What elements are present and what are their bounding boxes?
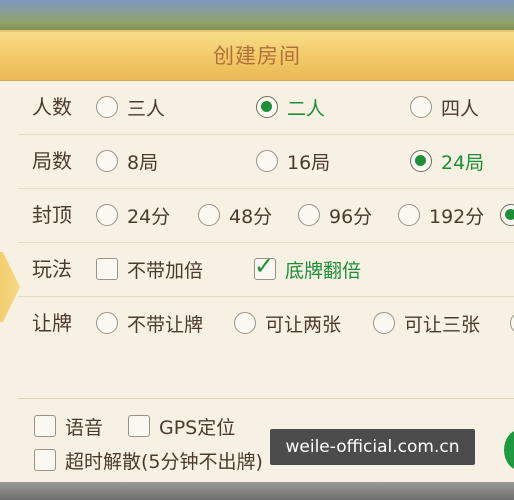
cap-option-unlimited-partial[interactable] xyxy=(500,188,514,242)
play-option-no-double-label: 不带加倍 xyxy=(127,259,204,282)
rounds-option-8-label: 8局 xyxy=(127,151,159,174)
side-tab-arrow-icon[interactable] xyxy=(0,252,20,322)
game-background-top xyxy=(0,0,514,32)
radio-button-icon[interactable] xyxy=(410,96,432,118)
cap-option-192-label: 192分 xyxy=(429,205,485,228)
concede-option-none[interactable]: 不带让牌 xyxy=(96,296,203,350)
game-background-bottom xyxy=(0,482,514,500)
rounds-option-16[interactable]: 16局 xyxy=(256,134,330,188)
radio-button-icon[interactable] xyxy=(234,312,256,334)
cap-option-96[interactable]: 96分 xyxy=(298,188,372,242)
concede-option-three-label: 可让三张 xyxy=(404,313,481,336)
radio-button-icon[interactable] xyxy=(373,312,395,334)
checkmark-icon: ✓ xyxy=(254,252,275,280)
create-room-button-partial[interactable] xyxy=(504,430,514,470)
gps-option[interactable]: GPS定位 xyxy=(128,411,235,441)
concede-label: 让牌 xyxy=(32,311,72,335)
radio-button-icon[interactable] xyxy=(398,204,420,226)
radio-button-icon[interactable] xyxy=(96,96,118,118)
cap-option-24[interactable]: 24分 xyxy=(96,188,170,242)
radio-button-selected-icon[interactable] xyxy=(410,150,432,172)
radio-button-icon[interactable] xyxy=(96,312,118,334)
concede-option-none-label: 不带让牌 xyxy=(127,313,204,336)
rounds-option-8[interactable]: 8局 xyxy=(96,134,158,188)
watermark: weile-official.com.cn xyxy=(270,429,475,465)
rounds-option-16-label: 16局 xyxy=(287,151,331,174)
rounds-option-24-label: 24局 xyxy=(441,151,485,174)
play-option-no-double[interactable]: 不带加倍 xyxy=(96,242,203,296)
voice-option-label: 语音 xyxy=(65,416,104,439)
radio-button-icon[interactable] xyxy=(198,204,220,226)
players-option-three[interactable]: 三人 xyxy=(96,80,165,134)
dialog-title: 创建房间 xyxy=(213,44,301,68)
players-option-two[interactable]: 二人 xyxy=(256,80,325,134)
players-label: 人数 xyxy=(32,95,72,119)
radio-button-selected-icon[interactable] xyxy=(500,204,514,226)
players-option-three-label: 三人 xyxy=(127,97,166,120)
checkbox-icon[interactable] xyxy=(34,415,56,437)
play-option-bottom-double[interactable]: ✓ 底牌翻倍 xyxy=(254,242,361,296)
gps-option-label: GPS定位 xyxy=(159,416,236,439)
row-play-style: 玩法 不带加倍 ✓ 底牌翻倍 xyxy=(18,242,514,297)
rounds-option-24[interactable]: 24局 xyxy=(410,134,484,188)
timeout-dissolve-option-label: 超时解散(5分钟不出牌) xyxy=(65,450,263,473)
timeout-dissolve-option[interactable]: 超时解散(5分钟不出牌) xyxy=(34,445,263,475)
radio-button-icon[interactable] xyxy=(298,204,320,226)
row-rounds: 局数 8局 16局 24局 xyxy=(18,134,514,189)
cap-option-48[interactable]: 48分 xyxy=(198,188,272,242)
checkbox-icon[interactable] xyxy=(96,258,118,280)
create-room-dialog: 创建房间 人数 三人 二人 四人 局数 8局 16局 24局 封顶 24分 48… xyxy=(0,30,514,485)
radio-button-icon[interactable] xyxy=(96,150,118,172)
cap-option-24-label: 24分 xyxy=(127,205,171,228)
voice-option[interactable]: 语音 xyxy=(34,411,103,441)
cap-label: 封顶 xyxy=(32,203,72,227)
rounds-label: 局数 xyxy=(32,149,72,173)
watermark-text: weile-official.com.cn xyxy=(285,437,460,457)
players-option-four[interactable]: 四人 xyxy=(410,80,479,134)
radio-button-icon[interactable] xyxy=(256,150,278,172)
play-style-label: 玩法 xyxy=(32,257,72,281)
cap-option-96-label: 96分 xyxy=(329,205,373,228)
dialog-title-bar: 创建房间 xyxy=(0,32,514,81)
concede-option-partial[interactable] xyxy=(510,296,514,350)
section-divider xyxy=(18,398,514,399)
concede-option-three[interactable]: 可让三张 xyxy=(373,296,480,350)
players-option-two-label: 二人 xyxy=(287,97,326,120)
concede-option-two-label: 可让两张 xyxy=(265,313,342,336)
checkbox-icon[interactable] xyxy=(128,415,150,437)
row-concede: 让牌 不带让牌 可让两张 可让三张 xyxy=(18,296,514,350)
row-cap: 封顶 24分 48分 96分 192分 xyxy=(18,188,514,243)
checkbox-checked-icon[interactable]: ✓ xyxy=(254,253,276,280)
radio-button-icon[interactable] xyxy=(96,204,118,226)
radio-button-icon[interactable] xyxy=(510,312,514,334)
players-option-four-label: 四人 xyxy=(441,97,480,120)
concede-option-two[interactable]: 可让两张 xyxy=(234,296,341,350)
play-option-bottom-double-label: 底牌翻倍 xyxy=(285,259,362,282)
cap-option-48-label: 48分 xyxy=(229,205,273,228)
checkbox-icon[interactable] xyxy=(34,449,56,471)
cap-option-192[interactable]: 192分 xyxy=(398,188,484,242)
row-players: 人数 三人 二人 四人 xyxy=(18,80,514,135)
radio-button-selected-icon[interactable] xyxy=(256,96,278,118)
